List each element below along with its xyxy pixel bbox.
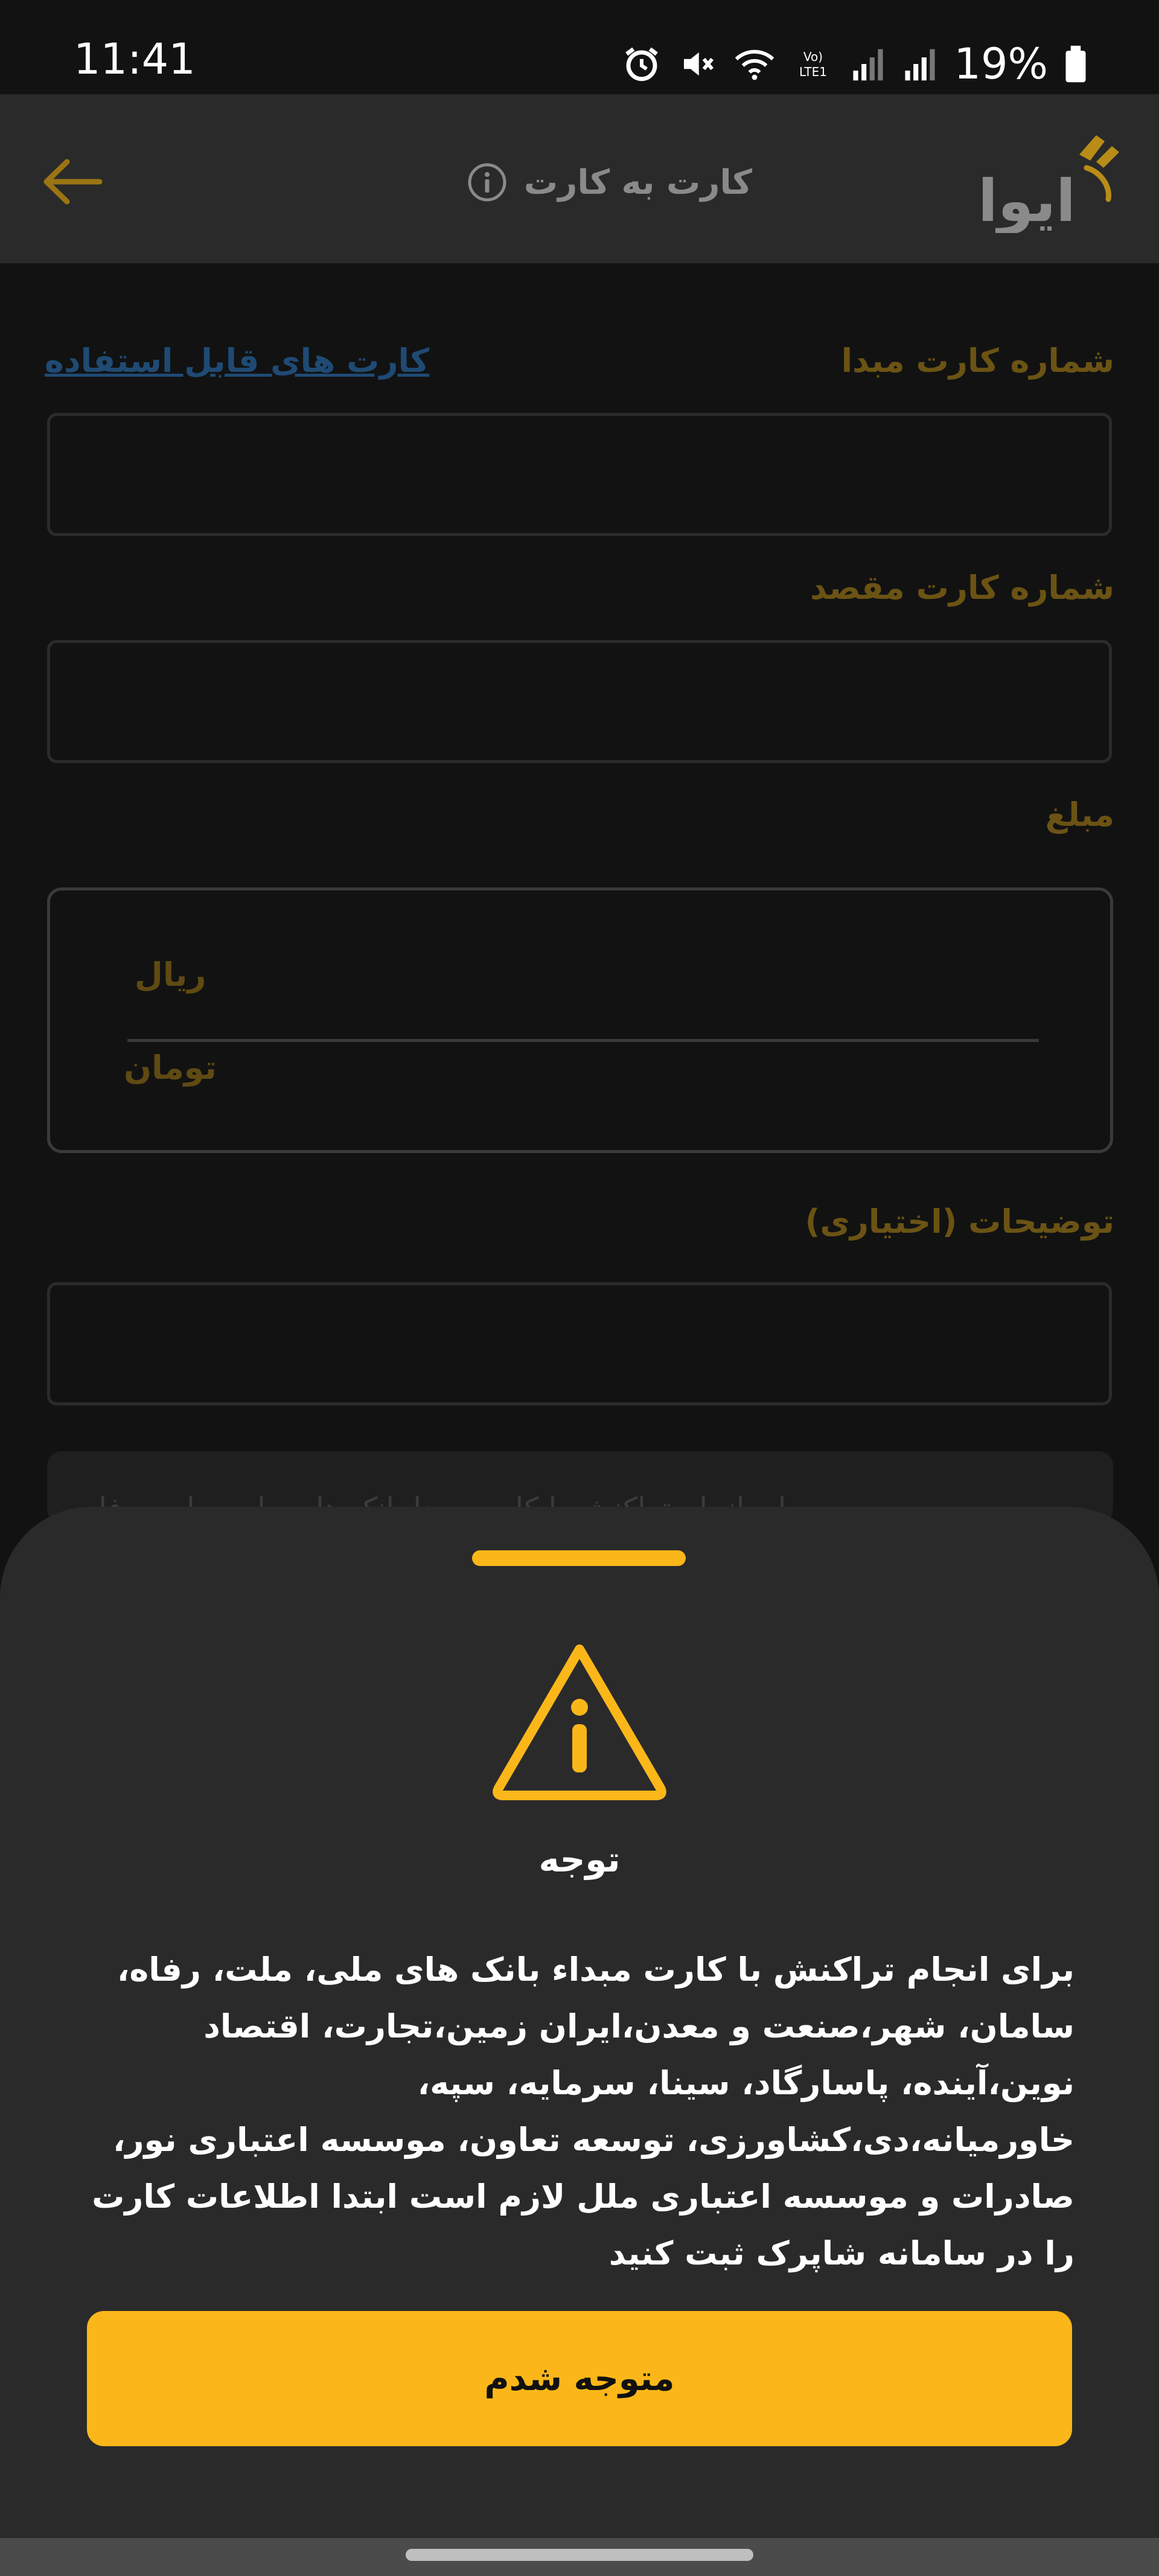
- destination-card-label: شماره کارت مقصد: [810, 569, 1114, 607]
- destination-card-input[interactable]: [47, 640, 1112, 763]
- brand-name: ایوا: [978, 167, 1076, 233]
- drag-handle[interactable]: [472, 1550, 686, 1566]
- description-input[interactable]: [47, 1282, 1112, 1405]
- lte-bottom-text: LTE1: [799, 65, 827, 79]
- warning-icon: [493, 1644, 666, 1800]
- source-card-input[interactable]: [47, 413, 1112, 536]
- home-indicator[interactable]: [406, 2549, 753, 2561]
- battery-icon: [1065, 45, 1086, 83]
- signal-icon: [853, 49, 883, 81]
- amount-currency-dropdown[interactable]: ریال تومان: [47, 887, 1113, 1153]
- brand-logo: ایوا: [978, 135, 1119, 233]
- mute-icon: [684, 52, 714, 76]
- signal-icon-2: [905, 49, 935, 81]
- status-icons: Vo) LTE1 19%: [622, 40, 1088, 88]
- back-button[interactable]: [36, 149, 109, 215]
- app-bar: کارت به کارت ایوا: [0, 94, 1159, 263]
- currency-divider: [127, 1039, 1039, 1042]
- sheet-title: توجه: [538, 1839, 621, 1880]
- source-card-label: شماره کارت مبدا: [841, 342, 1114, 380]
- alarm-icon: [625, 47, 659, 81]
- page-title: کارت به کارت: [523, 162, 753, 202]
- app-title: کارت به کارت: [453, 152, 767, 213]
- bottom-sheet: توجه برای انجام تراکنش با کارت مبداء بان…: [0, 1507, 1159, 2538]
- description-label: توضیحات (اختیاری): [805, 1203, 1114, 1241]
- battery-percent: 19%: [954, 39, 1048, 89]
- info-icon[interactable]: [467, 162, 507, 202]
- amount-label: مبلغ: [1045, 796, 1114, 834]
- lte-icon: Vo) LTE1: [799, 50, 827, 79]
- navigation-bar: [0, 2538, 1159, 2576]
- currency-option-rial[interactable]: ریال: [135, 956, 206, 994]
- status-time: 11:41: [74, 34, 196, 84]
- currency-option-toman[interactable]: تومان: [124, 1049, 217, 1087]
- sheet-message: برای انجام تراکنش با کارت مبداء بانک های…: [92, 1951, 1074, 2272]
- lte-top-text: Vo): [803, 50, 823, 64]
- confirm-button[interactable]: متوجه شدم: [87, 2311, 1072, 2446]
- usable-cards-link[interactable]: کارت های قابل استفاده: [45, 342, 429, 380]
- status-bar: 11:41 Vo) LTE1 19%: [0, 0, 1159, 94]
- screen: 11:41 Vo) LTE1 19% کارت به کارت ایوا شما…: [0, 0, 1159, 2576]
- arrow-left-icon: [43, 159, 103, 205]
- wifi-icon: [735, 50, 774, 80]
